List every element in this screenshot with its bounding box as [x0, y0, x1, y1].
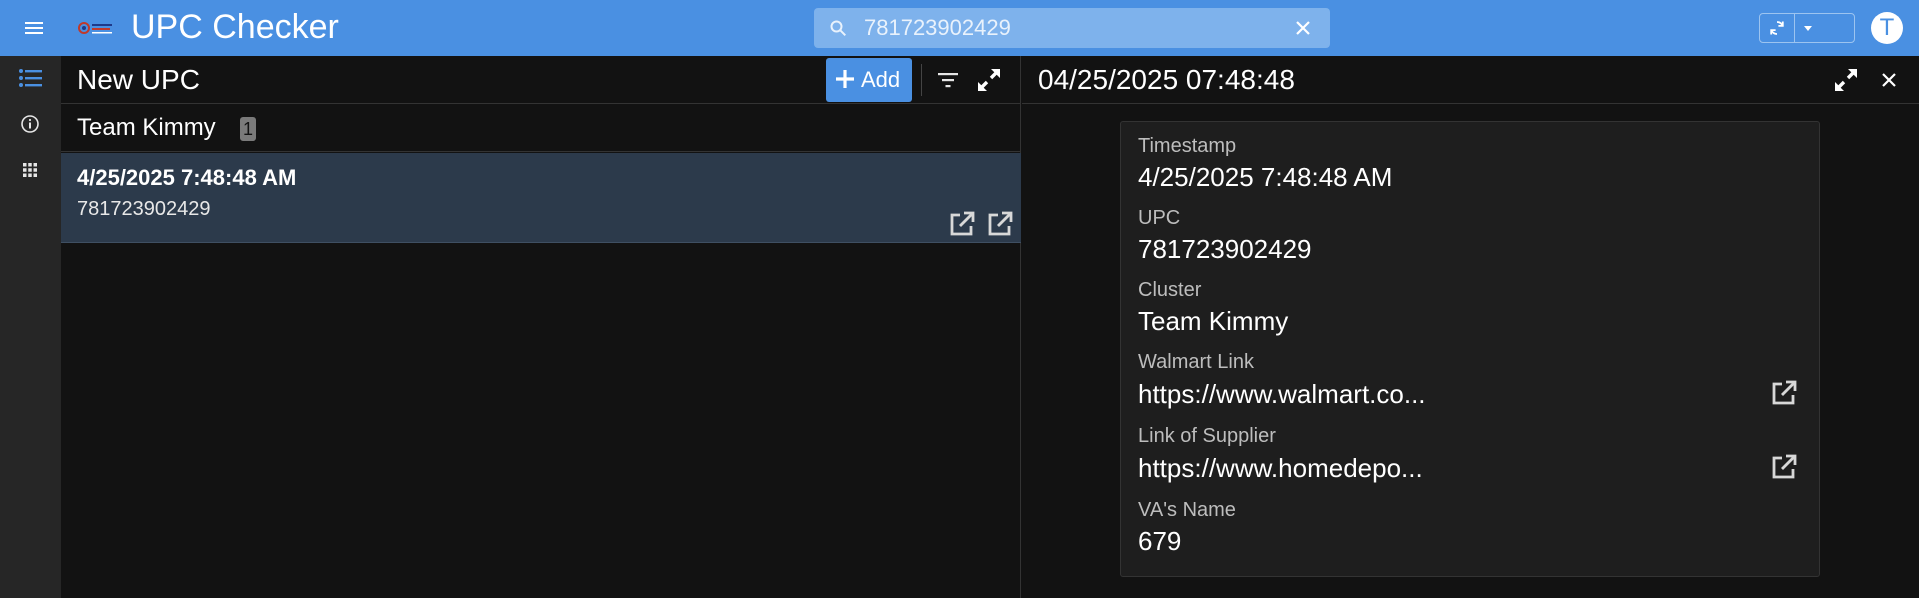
- detail-title: 04/25/2025 07:48:48: [1038, 64, 1295, 95]
- sync-options-dropdown[interactable]: [1795, 14, 1821, 42]
- external-link-icon: [988, 211, 1013, 236]
- group-label: Team Kimmy: [77, 114, 216, 141]
- field-value-walmart-link[interactable]: https://www.walmart.co...: [1138, 379, 1426, 409]
- group-header-team-kimmy[interactable]: Team Kimmy 1: [61, 104, 1021, 152]
- list-header: New UPC Add: [61, 56, 1021, 104]
- field-label-walmart-link: Walmart Link: [1138, 351, 1254, 373]
- row-timestamp: 4/25/2025 7:48:48 AM: [77, 165, 297, 190]
- expand-icon: [1835, 69, 1857, 91]
- open-supplier-link-button[interactable]: [985, 209, 1015, 239]
- open-supplier-link-button[interactable]: [1769, 452, 1799, 482]
- list-pane: New UPC Add Team Kimmy 1 4/25/2025 7:48:…: [61, 56, 1021, 598]
- plus-icon: [836, 70, 854, 88]
- field-label-supplier-link: Link of Supplier: [1138, 425, 1276, 447]
- row-upc: 781723902429: [77, 198, 211, 220]
- view-title: New UPC: [77, 64, 200, 95]
- external-link-icon: [950, 211, 975, 236]
- field-value-timestamp: 4/25/2025 7:48:48 AM: [1138, 162, 1393, 192]
- open-walmart-link-button[interactable]: [947, 209, 977, 239]
- field-value-cluster: Team Kimmy: [1138, 306, 1289, 336]
- detail-header: 04/25/2025 07:48:48: [1022, 56, 1919, 104]
- close-icon: [1882, 73, 1896, 87]
- expand-detail-button[interactable]: [1832, 66, 1860, 94]
- sync-button-group: [1759, 13, 1855, 43]
- field-label-cluster: Cluster: [1138, 279, 1202, 301]
- sync-button[interactable]: [1760, 14, 1794, 42]
- list-icon: [19, 69, 42, 87]
- nav-info[interactable]: [14, 108, 46, 140]
- nav-apps[interactable]: [14, 154, 46, 186]
- detail-pane: 04/25/2025 07:48:48 Timestamp 4/25/2025 …: [1022, 56, 1919, 598]
- expand-list-button[interactable]: [975, 66, 1003, 94]
- divider: [921, 64, 922, 96]
- caret-down-icon: [1804, 26, 1812, 31]
- close-detail-button[interactable]: [1877, 68, 1901, 92]
- field-label-va-name: VA's Name: [1138, 499, 1236, 521]
- field-value-va-name: 679: [1138, 526, 1182, 556]
- list-item[interactable]: 4/25/2025 7:48:48 AM 781723902429: [61, 153, 1021, 243]
- external-link-icon: [1772, 380, 1797, 405]
- avatar-initial: T: [1879, 14, 1895, 41]
- app-logo: [77, 17, 117, 39]
- search-icon: [829, 19, 847, 37]
- expand-icon: [978, 69, 1000, 91]
- field-value-supplier-link[interactable]: https://www.homedepo...: [1138, 453, 1423, 483]
- app-title: UPC Checker: [131, 8, 339, 46]
- field-label-timestamp: Timestamp: [1138, 135, 1237, 157]
- filter-button[interactable]: [934, 66, 962, 94]
- group-count-badge: 1: [240, 117, 257, 141]
- field-label-upc: UPC: [1138, 207, 1181, 229]
- sync-icon: [1770, 21, 1784, 35]
- grid-icon: [23, 163, 37, 177]
- top-app-bar: UPC Checker T: [0, 0, 1919, 56]
- info-icon: [21, 115, 39, 133]
- open-walmart-link-button[interactable]: [1769, 378, 1799, 408]
- search-bar: [814, 8, 1330, 48]
- left-nav-rail: [0, 56, 61, 598]
- field-value-upc: 781723902429: [1138, 234, 1312, 264]
- detail-card: Timestamp 4/25/2025 7:48:48 AM UPC 78172…: [1120, 121, 1820, 577]
- search-input[interactable]: [864, 8, 1264, 48]
- external-link-icon: [1772, 454, 1797, 479]
- user-avatar[interactable]: T: [1871, 12, 1903, 44]
- add-button[interactable]: Add: [826, 58, 912, 102]
- menu-icon[interactable]: [22, 16, 46, 40]
- filter-icon: [938, 73, 958, 88]
- clear-search-icon[interactable]: [1294, 19, 1312, 37]
- add-button-label: Add: [861, 67, 901, 92]
- nav-list-view[interactable]: [14, 62, 46, 94]
